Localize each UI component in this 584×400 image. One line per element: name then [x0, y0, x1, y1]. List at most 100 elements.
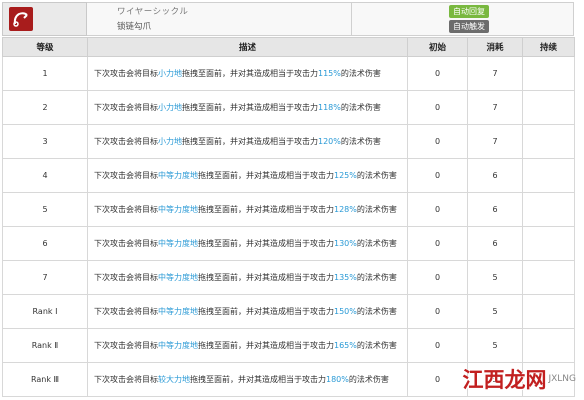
- desc-prefix: 下次攻击会将目标: [94, 137, 158, 146]
- level-cell: 6: [2, 226, 88, 261]
- skill-name-jp: ワイヤーシックル: [117, 7, 189, 17]
- site-watermark: 江西龙网 JXLNG: [462, 364, 576, 394]
- desc-prefix: 下次攻击会将目标: [94, 171, 158, 180]
- level-cell: 4: [2, 158, 88, 193]
- table-row: 2 下次攻击会将目标小力地拖拽至面前，并对其造成相当于攻击力118%的法术伤害 0 7: [2, 90, 575, 125]
- skill-icon-cell: [2, 2, 87, 36]
- table-row: 6 下次攻击会将目标中等力度地拖拽至面前，并对其造成相当于攻击力130%的法术伤害…: [2, 226, 575, 261]
- desc-force: 小力地: [158, 137, 182, 146]
- desc-suffix: 的法术伤害: [356, 341, 397, 350]
- description-cell: 下次攻击会将目标较大力地拖拽至面前，并对其造成相当于攻击力180%的法术伤害: [87, 362, 408, 397]
- desc-middle: 拖拽至面前，并对其造成相当于攻击力: [182, 69, 318, 78]
- desc-percent: 120%: [318, 137, 341, 146]
- description-cell: 下次攻击会将目标中等力度地拖拽至面前，并对其造成相当于攻击力135%的法术伤害: [87, 260, 408, 295]
- desc-percent: 150%: [334, 307, 357, 316]
- duration-cell: [522, 294, 575, 329]
- cost-cell: 5: [467, 260, 523, 295]
- cost-cell: 6: [467, 158, 523, 193]
- table-row: 7 下次攻击会将目标中等力度地拖拽至面前，并对其造成相当于攻击力135%的法术伤害…: [2, 260, 575, 295]
- table-header-row: 等级 描述 初始 消耗 持续: [2, 37, 575, 57]
- badge-auto-trigger: 自动触发: [449, 20, 489, 33]
- initial-cell: 0: [407, 192, 468, 227]
- duration-cell: [522, 192, 575, 227]
- desc-percent: 130%: [334, 239, 357, 248]
- desc-suffix: 的法术伤害: [340, 103, 381, 112]
- duration-cell: [522, 226, 575, 261]
- description-cell: 下次攻击会将目标小力地拖拽至面前，并对其造成相当于攻击力118%的法术伤害: [87, 90, 408, 125]
- desc-percent: 135%: [334, 273, 357, 282]
- desc-force: 中等力度地: [158, 307, 198, 316]
- desc-suffix: 的法术伤害: [356, 273, 397, 282]
- desc-suffix: 的法术伤害: [340, 137, 381, 146]
- column-header-initial: 初始: [407, 37, 468, 57]
- desc-middle: 拖拽至面前，并对其造成相当于攻击力: [198, 205, 334, 214]
- column-header-duration: 持续: [522, 37, 575, 57]
- desc-percent: 165%: [334, 341, 357, 350]
- description-cell: 下次攻击会将目标小力地拖拽至面前，并对其造成相当于攻击力115%的法术伤害: [87, 56, 408, 91]
- desc-suffix: 的法术伤害: [356, 239, 397, 248]
- table-row: 4 下次攻击会将目标中等力度地拖拽至面前，并对其造成相当于攻击力125%的法术伤害…: [2, 158, 575, 193]
- skill-badges: 自动回复 自动触发: [352, 2, 574, 36]
- desc-force: 小力地: [158, 103, 182, 112]
- desc-prefix: 下次攻击会将目标: [94, 69, 158, 78]
- duration-cell: [522, 260, 575, 295]
- desc-suffix: 的法术伤害: [340, 69, 381, 78]
- table-row: Rank Ⅱ 下次攻击会将目标中等力度地拖拽至面前，并对其造成相当于攻击力165%…: [2, 328, 575, 363]
- desc-middle: 拖拽至面前，并对其造成相当于攻击力: [198, 307, 334, 316]
- initial-cell: 0: [407, 362, 468, 397]
- duration-cell: [522, 56, 575, 91]
- desc-force: 中等力度地: [158, 341, 198, 350]
- desc-prefix: 下次攻击会将目标: [94, 273, 158, 282]
- initial-cell: 0: [407, 294, 468, 329]
- desc-middle: 拖拽至面前，并对其造成相当于攻击力: [198, 239, 334, 248]
- desc-middle: 拖拽至面前，并对其造成相当于攻击力: [182, 137, 318, 146]
- desc-force: 中等力度地: [158, 239, 198, 248]
- badge-auto-recover: 自动回复: [449, 5, 489, 18]
- initial-cell: 0: [407, 226, 468, 261]
- desc-prefix: 下次攻击会将目标: [94, 205, 158, 214]
- level-cell: 3: [2, 124, 88, 159]
- description-cell: 下次攻击会将目标中等力度地拖拽至面前，并对其造成相当于攻击力165%的法术伤害: [87, 328, 408, 363]
- level-cell: Rank Ⅲ: [2, 362, 88, 397]
- skill-header: ワイヤーシックル 锁链勾爪 自动回复 自动触发: [2, 2, 574, 36]
- desc-force: 中等力度地: [158, 205, 198, 214]
- duration-cell: [522, 328, 575, 363]
- description-cell: 下次攻击会将目标中等力度地拖拽至面前，并对其造成相当于攻击力125%的法术伤害: [87, 158, 408, 193]
- initial-cell: 0: [407, 56, 468, 91]
- description-cell: 下次攻击会将目标中等力度地拖拽至面前，并对其造成相当于攻击力130%的法术伤害: [87, 226, 408, 261]
- desc-percent: 128%: [334, 205, 357, 214]
- desc-percent: 115%: [318, 69, 341, 78]
- desc-force: 中等力度地: [158, 171, 198, 180]
- cost-cell: 6: [467, 226, 523, 261]
- desc-force: 中等力度地: [158, 273, 198, 282]
- level-cell: Rank Ⅱ: [2, 328, 88, 363]
- duration-cell: [522, 124, 575, 159]
- initial-cell: 0: [407, 158, 468, 193]
- desc-middle: 拖拽至面前，并对其造成相当于攻击力: [198, 171, 334, 180]
- column-header-level: 等级: [2, 37, 88, 57]
- table-row: 3 下次攻击会将目标小力地拖拽至面前，并对其造成相当于攻击力120%的法术伤害 0 7: [2, 124, 575, 159]
- desc-percent: 118%: [318, 103, 341, 112]
- desc-force: 小力地: [158, 69, 182, 78]
- desc-suffix: 的法术伤害: [348, 375, 389, 384]
- watermark-sub: JXLNG: [548, 374, 576, 384]
- desc-suffix: 的法术伤害: [356, 205, 397, 214]
- table-row: 1 下次攻击会将目标小力地拖拽至面前，并对其造成相当于攻击力115%的法术伤害 0 7: [2, 56, 575, 91]
- desc-force: 较大力地: [158, 375, 190, 384]
- level-cell: 5: [2, 192, 88, 227]
- column-header-description: 描述: [87, 37, 408, 57]
- skill-name-cn: 锁链勾爪: [117, 22, 152, 32]
- desc-middle: 拖拽至面前，并对其造成相当于攻击力: [190, 375, 326, 384]
- column-header-cost: 消耗: [467, 37, 523, 57]
- desc-middle: 拖拽至面前，并对其造成相当于攻击力: [182, 103, 318, 112]
- table-row: Rank Ⅰ 下次攻击会将目标中等力度地拖拽至面前，并对其造成相当于攻击力150%…: [2, 294, 575, 329]
- desc-middle: 拖拽至面前，并对其造成相当于攻击力: [198, 273, 334, 282]
- description-cell: 下次攻击会将目标中等力度地拖拽至面前，并对其造成相当于攻击力128%的法术伤害: [87, 192, 408, 227]
- desc-prefix: 下次攻击会将目标: [94, 307, 158, 316]
- skill-level-table: 等级 描述 初始 消耗 持续 1 下次攻击会将目标小力地拖拽至面前，并对其造成相当…: [2, 37, 575, 397]
- initial-cell: 0: [407, 328, 468, 363]
- duration-cell: [522, 90, 575, 125]
- cost-cell: 7: [467, 90, 523, 125]
- level-cell: Rank Ⅰ: [2, 294, 88, 329]
- desc-prefix: 下次攻击会将目标: [94, 239, 158, 248]
